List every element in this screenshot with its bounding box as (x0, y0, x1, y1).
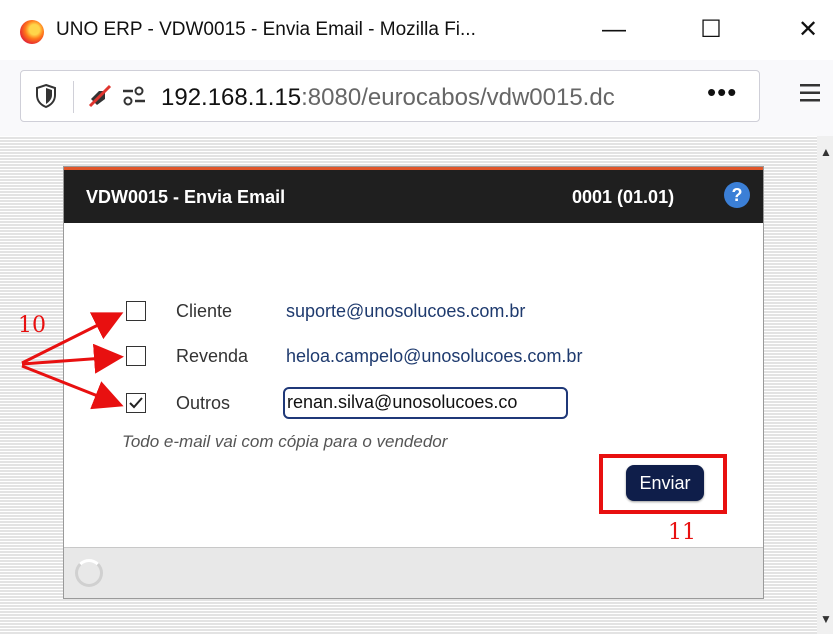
url-path: :8080/eurocabos/vdw0015.dc (301, 84, 615, 111)
copy-note: Todo e-mail vai com cópia para o vendedo… (122, 432, 448, 451)
cliente-checkbox[interactable] (126, 301, 146, 321)
checkmark-icon (129, 397, 143, 409)
help-icon[interactable]: ? (724, 182, 750, 208)
page-actions-more-icon[interactable]: ••• (707, 77, 737, 108)
close-icon[interactable]: ✕ (786, 12, 830, 48)
revenda-checkbox[interactable] (126, 346, 146, 366)
loading-spinner-icon (75, 559, 103, 587)
outros-checkbox[interactable] (126, 393, 146, 413)
cliente-label: Cliente (176, 301, 233, 321)
window-title: UNO ERP - VDW0015 - Envia Email - Mozill… (56, 19, 476, 40)
permissions-icon[interactable] (121, 83, 147, 109)
scroll-up-arrow-icon[interactable]: ▲ (820, 145, 832, 159)
revenda-email: heloa.campelo@unosolucoes.com.br (286, 346, 583, 366)
maximize-icon[interactable]: ☐ (689, 12, 733, 48)
url-host: 192.168.1.15 (161, 84, 302, 111)
annotation-10: 10 (18, 313, 46, 338)
annotation-11: 11 (668, 520, 696, 545)
dialog-code: 0001 (01.01) (572, 187, 675, 207)
dialog-header: VDW0015 - Envia Email 0001 (01.01) ? (64, 167, 763, 223)
send-email-dialog: VDW0015 - Envia Email 0001 (01.01) ? Cli… (63, 166, 764, 599)
url-separator (73, 81, 74, 113)
cliente-email: suporte@unosolucoes.com.br (286, 301, 526, 321)
outros-email-input[interactable]: renan.silva@unosolucoes.co (283, 387, 568, 419)
scroll-down-arrow-icon[interactable]: ▼ (820, 612, 832, 626)
shield-icon[interactable] (35, 83, 57, 109)
vertical-scrollbar[interactable] (817, 136, 833, 634)
url-text[interactable]: 192.168.1.15:8080/eurocabos/vdw0015.dc (161, 84, 615, 112)
dialog-footer (64, 547, 763, 598)
navigation-bar: 192.168.1.15:8080/eurocabos/vdw0015.dc •… (0, 60, 833, 136)
dialog-title: VDW0015 - Envia Email (86, 187, 286, 207)
address-bar[interactable]: 192.168.1.15:8080/eurocabos/vdw0015.dc •… (20, 70, 760, 122)
minimize-icon[interactable]: — (592, 12, 636, 48)
browser-title-bar: UNO ERP - VDW0015 - Envia Email - Mozill… (0, 0, 833, 60)
hamburger-menu-icon[interactable] (798, 82, 822, 104)
revenda-label: Revenda (176, 346, 249, 366)
send-button-highlight (599, 454, 727, 514)
blocked-permission-icon[interactable] (87, 83, 113, 109)
firefox-logo-icon (20, 20, 44, 44)
outros-label: Outros (176, 393, 231, 413)
